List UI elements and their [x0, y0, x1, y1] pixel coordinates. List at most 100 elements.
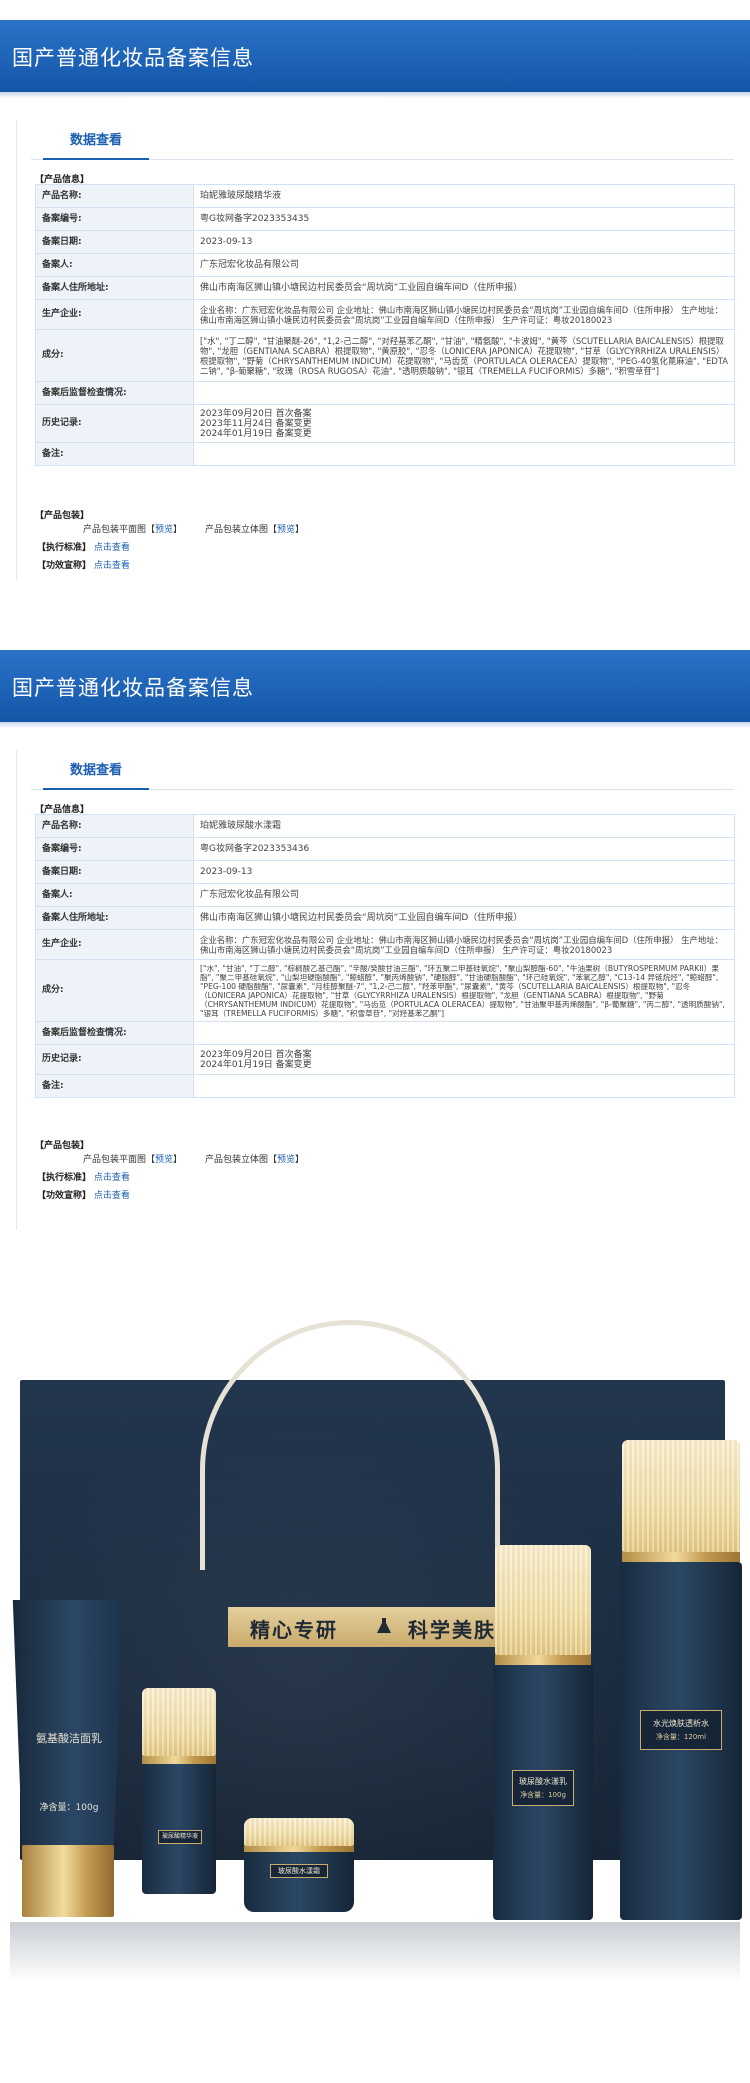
- packaging-flat: 产品包装平面图【预览】: [83, 1155, 183, 1165]
- packaging-heading: 【产品包装】: [35, 511, 90, 521]
- field-key: 备注:: [35, 1074, 194, 1098]
- field-key: 历史记录:: [35, 1044, 194, 1075]
- field-value: [193, 381, 735, 405]
- table-row: 备案后监督检查情况:: [35, 1021, 735, 1045]
- header-banner: 国产普通化妆品备案信息: [0, 650, 750, 722]
- field-value: 广东冠宏化妆品有限公司: [193, 253, 735, 277]
- packaging-heading: 【产品包装】: [35, 1141, 90, 1151]
- preview-link-3d[interactable]: 预览: [277, 1155, 295, 1165]
- table-row: 备案日期: 2023-09-13: [35, 860, 735, 884]
- record-panel-2: 国产普通化妆品备案信息 数据查看 【产品信息】 产品名称: 珀妮雅玻尿酸水漾霜 备…: [0, 650, 750, 1230]
- content-frame: 数据查看 【产品信息】 产品名称: 珀妮雅玻尿酸精华液 备案编号: 粤G妆网备字20…: [16, 120, 735, 580]
- table-row: 备注:: [35, 442, 735, 466]
- toner-label: 水光焕肤透析水 净含量：120ml: [640, 1710, 722, 1750]
- field-key: 生产企业:: [35, 929, 194, 960]
- field-value: ["水", "丁二醇", "甘油聚醚-26", "1,2-己二醇", "对羟基苯…: [193, 329, 735, 382]
- field-value: [193, 1021, 735, 1045]
- record-panel-1: 国产普通化妆品备案信息 数据查看 【产品信息】 产品名称: 珀妮雅玻尿酸精华液 备…: [0, 20, 750, 580]
- tab-data-view[interactable]: 数据查看: [43, 126, 149, 160]
- field-key: 产品名称:: [35, 814, 194, 838]
- packaging-3d: 产品包装立体图【预览】: [205, 525, 305, 535]
- table-row: 成分: ["水", "甘油", "丁二醇", "棕榈酸乙基己酯", "辛酸/癸酸甘…: [35, 959, 735, 1022]
- field-value: 2023-09-13: [193, 230, 735, 254]
- emulsion-cap: [495, 1545, 591, 1655]
- preview-link-flat[interactable]: 预览: [155, 525, 173, 535]
- table-row: 备案编号: 粤G妆网备字2023353436: [35, 837, 735, 861]
- field-value: 企业名称：广东冠宏化妆品有限公司 企业地址：佛山市南海区狮山镇小塘民边村民委员会…: [193, 299, 735, 330]
- serum-bottle: [142, 1764, 216, 1894]
- product-info-table: 产品名称: 珀妮雅玻尿酸水漾霜 备案编号: 粤G妆网备字2023353436 备案日…: [35, 814, 735, 1098]
- field-value: 珀妮雅玻尿酸水漾霜: [193, 814, 735, 838]
- table-row: 历史记录: 2023年09月20日 首次备案 2024年01月19日 备案变更: [35, 1044, 735, 1075]
- header-banner: 国产普通化妆品备案信息: [0, 20, 750, 92]
- field-key: 备案人:: [35, 883, 194, 907]
- page-title: 国产普通化妆品备案信息: [12, 46, 254, 70]
- efficacy-link[interactable]: 点击查看: [94, 561, 130, 571]
- field-value: 2023-09-13: [193, 860, 735, 884]
- field-value: 佛山市南海区狮山镇小塘民边村民委员会“周坑岗”工业园自编车间D（住所申报）: [193, 276, 735, 300]
- field-key: 备案后监督检查情况:: [35, 381, 194, 405]
- product-info-table: 产品名称: 珀妮雅玻尿酸精华液 备案编号: 粤G妆网备字2023353435 备案日…: [35, 184, 735, 466]
- flask-icon: [377, 1618, 391, 1633]
- table-row: 备案编号: 粤G妆网备字2023353435: [35, 207, 735, 231]
- cleanser-name: 氨基酸洁面乳: [36, 1732, 102, 1745]
- efficacy-row: 【功效宣称】 点击查看: [37, 1191, 130, 1201]
- packaging-3d: 产品包装立体图【预览】: [205, 1155, 305, 1165]
- standard-link[interactable]: 点击查看: [94, 543, 130, 553]
- field-key: 生产企业:: [35, 299, 194, 330]
- field-key: 备案人住所地址:: [35, 906, 194, 930]
- cream-jar: [244, 1852, 354, 1912]
- standard-link[interactable]: 点击查看: [94, 1173, 130, 1183]
- field-key: 备案日期:: [35, 230, 194, 254]
- cream-lid: [244, 1818, 354, 1846]
- table-row: 备案人: 广东冠宏化妆品有限公司: [35, 253, 735, 277]
- preview-link-3d[interactable]: 预览: [277, 525, 295, 535]
- serum-label: 玻尿酸精华液: [158, 1830, 202, 1844]
- page: 国产普通化妆品备案信息 数据查看 【产品信息】 产品名称: 珀妮雅玻尿酸精华液 备…: [0, 0, 750, 2083]
- standard-row: 【执行标准】 点击查看: [37, 543, 130, 553]
- field-value: 广东冠宏化妆品有限公司: [193, 883, 735, 907]
- slogan-left: 精心专研: [250, 1618, 338, 1642]
- field-value: 珀妮雅玻尿酸精华液: [193, 184, 735, 208]
- cream-label: 玻尿酸水漾霜: [270, 1864, 328, 1878]
- history-entry: 2023年09月20日 首次备案: [200, 1049, 312, 1060]
- field-key: 成分:: [35, 959, 194, 1022]
- table-row: 历史记录: 2023年09月20日 首次备案 2023年11月24日 备案变更 …: [35, 404, 735, 443]
- serum-cap: [142, 1688, 216, 1756]
- field-value: 粤G妆网备字2023353436: [193, 837, 735, 861]
- product-photo: 精心专研 科学美肤 氨基酸洁面乳 净含量：100g 玻尿酸精华液 玻尿酸水漾霜 …: [0, 1290, 750, 2083]
- history-entry: 2024年01月19日 备案变更: [200, 1059, 312, 1070]
- field-key: 备案人住所地址:: [35, 276, 194, 300]
- preview-link-flat[interactable]: 预览: [155, 1155, 173, 1165]
- page-title: 国产普通化妆品备案信息: [12, 676, 254, 700]
- cleanser-net: 净含量：100g: [39, 1803, 99, 1813]
- field-key: 产品名称:: [35, 184, 194, 208]
- table-row: 备案日期: 2023-09-13: [35, 230, 735, 254]
- field-key: 历史记录:: [35, 404, 194, 443]
- efficacy-link[interactable]: 点击查看: [94, 1191, 130, 1201]
- field-key: 备案编号:: [35, 207, 194, 231]
- history-list: 2023年09月20日 首次备案 2024年01月19日 备案变更: [193, 1044, 735, 1075]
- history-entry: 2024年01月19日 备案变更: [200, 428, 312, 439]
- field-value: [193, 1074, 735, 1098]
- slogan-right: 科学美肤: [408, 1618, 496, 1642]
- table-row: 备案人住所地址: 佛山市南海区狮山镇小塘民边村民委员会“周坑岗”工业园自编车间D（…: [35, 276, 735, 300]
- tab-bar: 数据查看: [31, 750, 734, 790]
- packaging-flat: 产品包装平面图【预览】: [83, 525, 183, 535]
- table-row: 备案人住所地址: 佛山市南海区狮山镇小塘民边村民委员会“周坑岗”工业园自编车间D（…: [35, 906, 735, 930]
- field-value: 粤G妆网备字2023353435: [193, 207, 735, 231]
- history-entry: 2023年09月20日 首次备案: [200, 408, 312, 419]
- table-row: 备案人: 广东冠宏化妆品有限公司: [35, 883, 735, 907]
- tab-data-view[interactable]: 数据查看: [43, 756, 149, 790]
- content-frame: 数据查看 【产品信息】 产品名称: 珀妮雅玻尿酸水漾霜 备案编号: 粤G妆网备字20…: [16, 750, 735, 1230]
- field-key: 备案日期:: [35, 860, 194, 884]
- table-row: 成分: ["水", "丁二醇", "甘油聚醚-26", "1,2-己二醇", "对…: [35, 329, 735, 382]
- tab-bar: 数据查看: [31, 120, 734, 160]
- table-row: 备注:: [35, 1074, 735, 1098]
- history-list: 2023年09月20日 首次备案 2023年11月24日 备案变更 2024年0…: [193, 404, 735, 443]
- table-row: 生产企业: 企业名称：广东冠宏化妆品有限公司 企业地址：佛山市南海区狮山镇小塘民边…: [35, 929, 735, 960]
- field-value: 佛山市南海区狮山镇小塘民边村民委员会“周坑岗”工业园自编车间D（住所申报）: [193, 906, 735, 930]
- standard-row: 【执行标准】 点击查看: [37, 1173, 130, 1183]
- emulsion-label: 玻尿酸水漾乳 净含量：100g: [512, 1770, 574, 1806]
- field-key: 成分:: [35, 329, 194, 382]
